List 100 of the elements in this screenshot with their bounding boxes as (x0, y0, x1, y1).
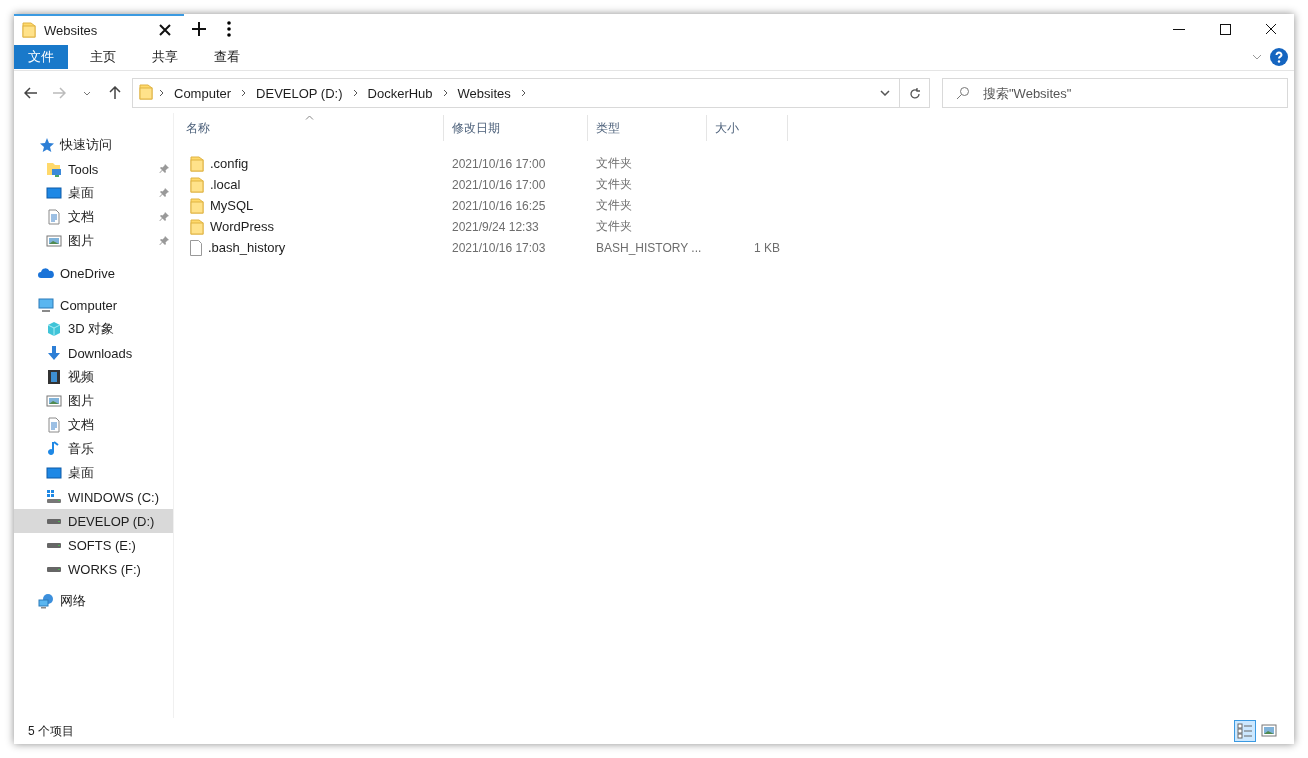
nav-item[interactable]: 快速访问 (14, 133, 173, 157)
nav-item[interactable]: 音乐 (14, 437, 173, 461)
chevron-right-icon (442, 89, 448, 97)
nav-item[interactable]: 文档 (14, 413, 173, 437)
file-name[interactable]: .bash_history (178, 239, 444, 256)
more-icon (227, 21, 231, 37)
monitor-icon (46, 185, 62, 201)
ribbon-tab[interactable]: 主页 (76, 45, 130, 69)
nav-item[interactable]: 桌面 (14, 461, 173, 485)
file-type: 文件夹 (595, 155, 633, 172)
chevron-right-icon (241, 89, 247, 97)
nav-item[interactable]: Tools (14, 157, 173, 181)
modified-date: 2021/10/16 17:00 (451, 177, 547, 192)
folder-icon (190, 176, 204, 193)
breadcrumb-link[interactable]: DEVELOP (D:) (256, 85, 343, 101)
picture-icon (46, 393, 62, 409)
modified-date: 2021/10/16 17:00 (451, 156, 547, 171)
window-tab[interactable]: Websites (14, 14, 184, 44)
up-arrow-icon (109, 86, 121, 100)
breadcrumb-link[interactable]: Websites (457, 85, 511, 101)
nav-item[interactable]: Downloads (14, 341, 173, 365)
file-size: 1 KB (753, 240, 781, 255)
nav-item[interactable]: 文档 (14, 205, 173, 229)
chevron-right-icon (352, 89, 358, 97)
chevron-right-icon (159, 89, 164, 97)
search-field[interactable]: 搜索"Websites" (942, 78, 1288, 108)
ribbon-tab[interactable]: 查看 (200, 45, 254, 69)
column-header[interactable]: 大小 (707, 115, 788, 141)
nav-item[interactable]: 桌面 (14, 181, 173, 205)
nav-item[interactable]: 网络 (14, 589, 173, 613)
drive-icon (47, 542, 61, 548)
plus-icon (192, 22, 206, 36)
chevron-down-icon (83, 90, 91, 96)
help-icon (1270, 48, 1288, 66)
document-icon (46, 209, 62, 225)
star-icon (38, 137, 54, 153)
address-field[interactable]: Computer DEVELOP (D:) DockerHub Websites (132, 78, 930, 108)
nav-item[interactable]: WORKS (F:) (14, 557, 173, 581)
modified-date: 2021/10/16 17:03 (451, 240, 547, 255)
folder-icon (190, 218, 204, 235)
file-type: BASH_HISTORY ... (595, 240, 703, 255)
film-icon (46, 369, 62, 385)
file-type: 文件夹 (595, 176, 633, 193)
minimize-icon (1173, 28, 1185, 30)
column-header[interactable]: 名称 (178, 115, 444, 141)
file-icon (190, 239, 202, 256)
folder-icon (190, 197, 204, 214)
nav-item[interactable]: 图片 (14, 389, 173, 413)
close-icon (1265, 23, 1277, 35)
close-icon (159, 24, 171, 36)
file-type: 文件夹 (595, 197, 633, 214)
search-icon (956, 86, 970, 100)
nav-item[interactable]: Computer (14, 293, 173, 317)
file-type: 文件夹 (595, 218, 633, 235)
file-name[interactable]: .local (178, 176, 444, 193)
chevron-right-icon (520, 89, 526, 97)
chevron-down-icon (1252, 54, 1262, 60)
nav-item[interactable]: SOFTS (E:) (14, 533, 173, 557)
tab-title: Websites (44, 22, 99, 38)
ribbon-tab[interactable]: 文件 (14, 45, 68, 69)
network-icon (38, 593, 54, 609)
breadcrumb-link[interactable]: DockerHub (367, 85, 433, 101)
ribbon-tab[interactable]: 共享 (138, 45, 192, 69)
computer-icon (38, 297, 54, 313)
file-name[interactable]: .config (178, 155, 444, 172)
folder-icon (190, 155, 204, 172)
drive-icon (46, 489, 62, 505)
nav-item[interactable]: WINDOWS (C:) (14, 485, 173, 509)
nav-item[interactable]: 3D 对象 (14, 317, 173, 341)
monitor-icon (46, 465, 62, 481)
folder-icon (46, 161, 62, 177)
back-arrow-icon (24, 87, 38, 99)
nav-item[interactable]: OneDrive (14, 261, 173, 285)
modified-date: 2021/9/24 12:33 (451, 219, 540, 234)
cloud-icon (38, 265, 54, 281)
item-count: 5 个项目 (28, 722, 74, 740)
nav-item[interactable]: 图片 (14, 229, 173, 253)
column-header[interactable]: 修改日期 (444, 115, 588, 141)
folder-icon (22, 22, 36, 38)
details-view-button[interactable] (1234, 720, 1256, 742)
picture-icon (1261, 724, 1277, 738)
drive-icon (47, 566, 61, 572)
drive-icon (47, 518, 61, 524)
breadcrumb-link[interactable]: Computer (174, 85, 232, 101)
refresh-icon (908, 86, 921, 100)
expand-ribbon-button[interactable] (1252, 54, 1262, 60)
chevron-down-icon (879, 90, 890, 96)
column-header[interactable]: 类型 (588, 115, 707, 141)
file-name[interactable]: WordPress (178, 218, 444, 235)
folder-icon (139, 83, 153, 100)
cube-icon (46, 321, 62, 337)
file-name[interactable]: MySQL (178, 197, 444, 214)
forward-arrow-icon (52, 87, 66, 99)
picture-icon (46, 233, 62, 249)
nav-item[interactable]: 视频 (14, 365, 173, 389)
download-arrow-icon (46, 345, 62, 361)
maximize-icon (1219, 23, 1231, 35)
nav-item[interactable]: DEVELOP (D:) (14, 509, 173, 533)
document-icon (46, 417, 62, 433)
help-button[interactable] (1270, 48, 1288, 66)
